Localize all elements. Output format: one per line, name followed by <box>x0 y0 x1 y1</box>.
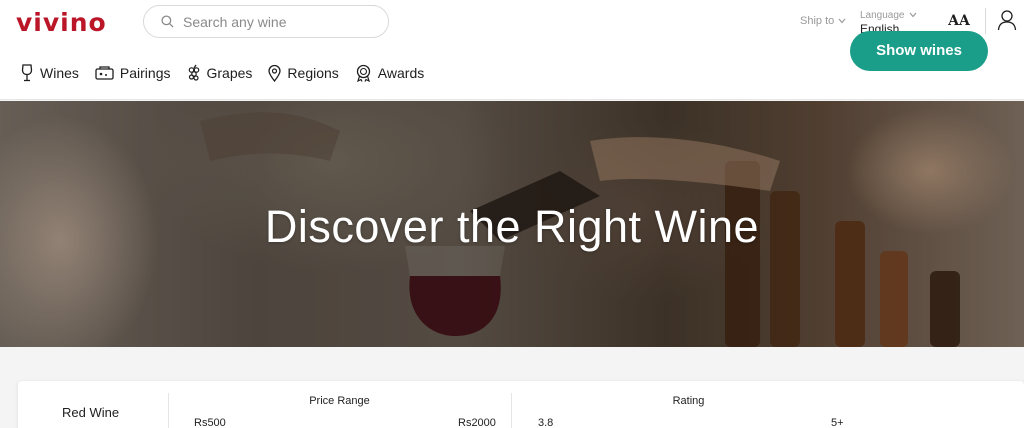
ship-to-label: Ship to <box>800 15 835 27</box>
nav-label-grapes: Grapes <box>206 65 253 81</box>
rating-label: Rating <box>672 395 705 407</box>
hero-title: Discover the Right Wine <box>264 201 760 252</box>
language-label: Language <box>860 10 905 21</box>
show-wines-button[interactable]: Show wines <box>850 31 988 71</box>
nav-label-regions: Regions <box>287 65 339 81</box>
price-max-value: Rs2000 <box>458 417 496 428</box>
nav-item-pairings[interactable]: Pairings <box>95 64 171 82</box>
nav-item-awards[interactable]: Awards <box>355 64 424 82</box>
header-divider <box>985 8 986 34</box>
search-box[interactable] <box>143 5 389 38</box>
search-input[interactable] <box>183 13 373 30</box>
map-pin-icon <box>268 64 282 82</box>
chevron-down-icon <box>909 10 917 21</box>
search-icon <box>151 15 183 28</box>
price-range-label: Price Range <box>309 395 370 407</box>
wine-filter-bar: Red Wine Price Range Rs500 Rs2000 Rating… <box>18 381 1024 428</box>
pairings-icon <box>95 65 114 81</box>
award-icon <box>355 64 372 82</box>
main-nav: Wines Pairings Grapes Regions Awards <box>20 64 424 82</box>
price-min-value: Rs500 <box>194 417 226 428</box>
hero-banner: Discover the Right Wine <box>0 101 1024 347</box>
nav-label-pairings: Pairings <box>119 65 171 81</box>
wine-type-selector[interactable]: Red Wine <box>62 405 119 420</box>
rating-min-value: 3.8 <box>538 417 554 428</box>
chevron-down-icon <box>838 15 846 27</box>
ship-to-selector[interactable]: Ship to <box>800 15 846 27</box>
wine-glass-icon <box>20 64 34 82</box>
nav-label-wines: Wines <box>40 65 79 81</box>
nav-item-regions[interactable]: Regions <box>268 64 339 82</box>
nav-label-awards: Awards <box>377 65 425 81</box>
nav-item-wines[interactable]: Wines <box>20 64 79 82</box>
vivino-logo[interactable]: vivino <box>16 8 107 37</box>
nav-item-grapes[interactable]: Grapes <box>187 64 253 82</box>
grapes-icon <box>187 64 201 82</box>
rating-max-value: 5+ <box>831 417 844 428</box>
user-icon[interactable] <box>997 9 1017 36</box>
